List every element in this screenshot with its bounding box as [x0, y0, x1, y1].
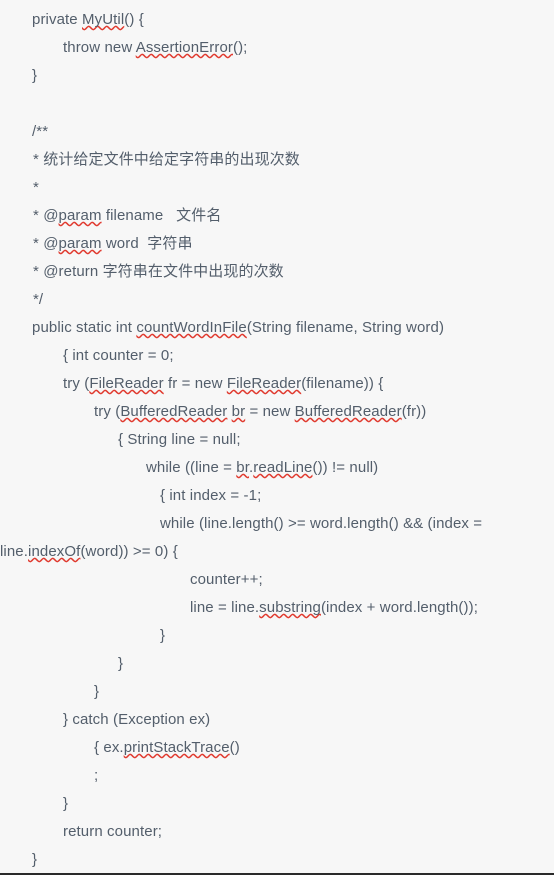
code-line: counter++; [190, 571, 263, 588]
code-line: line.indexOf(word)) >= 0) { [0, 543, 178, 560]
code-line: } [32, 67, 38, 84]
code-line: { int counter = 0; [63, 347, 174, 364]
spellcheck-underline: br [236, 459, 250, 476]
code-line: try (FileReader fr = new FileReader(file… [63, 375, 384, 392]
code-line: } [160, 627, 166, 644]
spellcheck-underline: countWordInFile [136, 319, 247, 336]
code-line: try (BufferedReader br = new BufferedRea… [94, 403, 427, 420]
spellcheck-underline: readLine [253, 459, 313, 476]
spellcheck-underline: br [231, 403, 246, 420]
code-line: while ((line = br.readLine()) != null) [146, 459, 379, 476]
code-line: return counter; [63, 823, 163, 840]
spellcheck-underline: FileReader [89, 375, 164, 392]
spellcheck-underline: BufferedReader [294, 403, 402, 420]
spellcheck-underline: param [58, 235, 102, 252]
code-line: * [33, 179, 39, 196]
spellcheck-underline: indexOf [28, 543, 81, 560]
spellcheck-underline: BufferedReader [120, 403, 228, 420]
spellcheck-underline: substring [259, 599, 321, 616]
code-line: */ [33, 291, 44, 308]
spellcheck-underline: MyUtil [82, 11, 125, 28]
code-line: } [94, 683, 100, 700]
spellcheck-underline: FileReader [226, 375, 302, 392]
spellcheck-underline: AssertionError [135, 39, 233, 56]
code-line: * 统计给定文件中给定字符串的出现次数 [33, 151, 300, 168]
code-document-page: private MyUtil() { throw new AssertionErr… [0, 0, 554, 875]
code-line: while (line.length() >= word.length() &&… [160, 515, 483, 532]
code-line: * @param word 字符串 [33, 235, 193, 252]
code-line: public static int countWordInFile(String… [32, 319, 445, 336]
code-line: } catch (Exception ex) [63, 711, 211, 728]
spellcheck-underline: param [58, 207, 102, 224]
spellcheck-underline: printStackTrace [123, 739, 230, 756]
code-line: } [32, 851, 38, 868]
code-line: ; [94, 767, 99, 784]
code-line: { int index = -1; [160, 487, 262, 504]
code-line: } [118, 655, 124, 672]
code-block[interactable]: private MyUtil() { throw new AssertionErr… [0, 6, 554, 874]
code-line: throw new AssertionError(); [63, 39, 248, 56]
code-line: } [63, 795, 69, 812]
code-line: * @return 字符串在文件中出现的次数 [33, 263, 284, 280]
code-line: { String line = null; [118, 431, 241, 448]
code-line: line = line.substring(index + word.lengt… [190, 599, 478, 616]
code-line: /** [32, 123, 49, 140]
code-line: * @param filename 文件名 [33, 207, 222, 224]
code-line: { ex.printStackTrace() [94, 739, 240, 756]
code-line: private MyUtil() { [32, 11, 144, 28]
